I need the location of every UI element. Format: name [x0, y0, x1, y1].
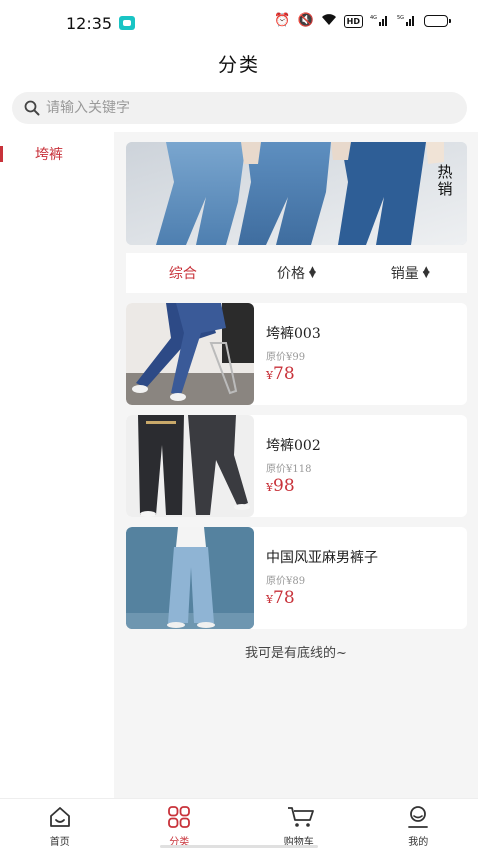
alarm-icon: ⏰ — [274, 13, 291, 28]
price-currency: ¥ — [266, 481, 273, 494]
app-notification-icon — [119, 16, 135, 30]
sidebar-item-label: 垮裤 — [35, 147, 63, 163]
signal-4g-icon: 4G — [370, 14, 390, 29]
product-name: 垮裤003 — [266, 326, 321, 342]
sort-comprehensive[interactable]: 综合 — [126, 263, 240, 283]
product-image — [126, 303, 254, 405]
product-info: 中国风亚麻男裤子 原价¥89 ¥78 — [266, 547, 378, 608]
price-value: 98 — [273, 476, 295, 496]
bottom-tabbar: 首页 分类 购物车 我的 — [0, 798, 478, 850]
product-panel: 热销 综合 价格 ▲ ▼ 销量 ▲ ▼ 垮裤003 原价¥99 ¥78 垮裤00… — [114, 132, 478, 798]
active-indicator — [0, 146, 3, 162]
list-end-note: 我可是有底线的~ — [245, 646, 347, 661]
svg-text:5G: 5G — [397, 15, 404, 21]
product-original-price: 原价¥118 — [266, 464, 312, 475]
search-icon — [24, 100, 40, 116]
profile-icon — [406, 805, 430, 829]
category-grid-icon — [167, 805, 191, 829]
status-bar: 12:35 ⏰ 🔇 HD 4G 5G — [0, 0, 478, 48]
price-value: 78 — [273, 364, 295, 384]
cart-icon — [287, 805, 314, 829]
home-icon — [48, 805, 72, 829]
price-value: 78 — [273, 588, 295, 608]
product-original-price: 原价¥99 — [266, 352, 306, 363]
sidebar-item-kuaku[interactable]: 垮裤 — [0, 132, 114, 176]
status-time: 12:35 — [66, 14, 113, 33]
sort-label: 销量 — [390, 266, 419, 282]
tab-profile[interactable]: 我的 — [359, 799, 478, 850]
banner-image — [126, 142, 467, 245]
tab-cart[interactable]: 购物车 — [239, 799, 359, 850]
signal-5g-icon: 5G — [397, 14, 417, 29]
sort-label: 综合 — [168, 266, 197, 282]
hd-icon: HD — [343, 14, 363, 28]
tab-category[interactable]: 分类 — [120, 799, 240, 850]
page-title: 分类 — [217, 54, 260, 76]
product-list: 垮裤003 原价¥99 ¥78 垮裤002 原价¥118 ¥98 中国风亚麻男裤… — [126, 303, 467, 639]
battery-icon — [424, 15, 451, 27]
svg-text:4G: 4G — [370, 15, 377, 21]
product-price: ¥78 — [266, 364, 321, 384]
product-image — [126, 527, 254, 629]
promo-banner[interactable]: 热销 — [126, 142, 467, 245]
search-input[interactable] — [46, 100, 426, 116]
mute-icon: 🔇 — [297, 13, 314, 28]
price-currency: ¥ — [266, 593, 273, 606]
product-price: ¥78 — [266, 588, 378, 608]
price-currency: ¥ — [266, 369, 273, 382]
product-image — [126, 415, 254, 517]
sort-price[interactable]: 价格 ▲ ▼ — [240, 263, 354, 283]
sort-arrows-icon: ▲ ▼ — [309, 265, 316, 280]
product-name: 中国风亚麻男裤子 — [266, 550, 378, 566]
wifi-icon — [321, 13, 337, 29]
product-info: 垮裤002 原价¥118 ¥98 — [266, 435, 321, 496]
tab-label: 首页 — [49, 837, 70, 848]
sort-sales[interactable]: 销量 ▲ ▼ — [353, 263, 467, 283]
category-sidebar: 垮裤 — [0, 132, 114, 798]
product-name: 垮裤002 — [266, 438, 321, 454]
search-bar[interactable] — [12, 92, 467, 124]
sort-arrows-icon: ▲ ▼ — [422, 265, 430, 280]
product-card[interactable]: 垮裤002 原价¥118 ¥98 — [126, 415, 467, 517]
sort-label: 价格 — [277, 266, 306, 282]
tab-home[interactable]: 首页 — [0, 799, 120, 850]
product-price: ¥98 — [266, 476, 321, 496]
sort-bar: 综合 价格 ▲ ▼ 销量 ▲ ▼ — [126, 253, 467, 293]
tab-label: 我的 — [408, 837, 429, 848]
product-original-price: 原价¥89 — [266, 576, 306, 587]
product-info: 垮裤003 原价¥99 ¥78 — [266, 323, 321, 384]
banner-tag: 热销 — [437, 163, 453, 198]
product-card[interactable]: 中国风亚麻男裤子 原价¥89 ¥78 — [126, 527, 467, 629]
product-card[interactable]: 垮裤003 原价¥99 ¥78 — [126, 303, 467, 405]
home-indicator — [160, 845, 318, 848]
status-icons: ⏰ 🔇 HD 4G 5G — [274, 13, 451, 29]
